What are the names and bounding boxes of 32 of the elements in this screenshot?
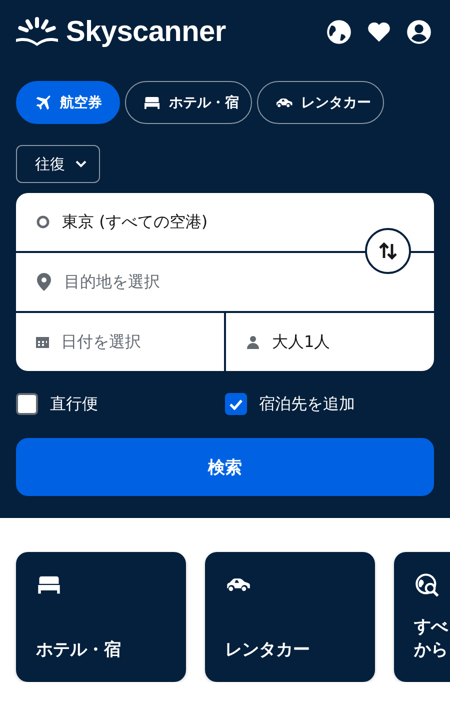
logo-text[interactable]: Skyscanner	[66, 16, 226, 48]
origin-field[interactable]: 東京 (すべての空港)	[16, 193, 434, 251]
chevron-down-icon	[75, 160, 87, 168]
checkbox-label: 宿泊先を追加	[259, 394, 355, 414]
category-tab[interactable]: レンタカー	[257, 81, 384, 124]
checkbox-label: 直行便	[50, 394, 98, 414]
category-tab[interactable]: ホテル・宿	[125, 81, 252, 124]
checkbox[interactable]	[16, 393, 38, 415]
category-card[interactable]: すべ から	[394, 552, 450, 682]
date-field[interactable]: 日付を選択	[16, 313, 224, 371]
search-button[interactable]: 検索	[16, 438, 434, 496]
card-label: レンタカー	[225, 639, 311, 662]
globe-icon[interactable]	[326, 19, 352, 45]
trip-type-dropdown[interactable]: 往復	[16, 145, 100, 183]
person-icon	[246, 335, 260, 349]
location-pin-icon	[36, 273, 52, 291]
category-tab[interactable]: 航空券	[16, 81, 120, 124]
destination-field[interactable]: 目的地を選択	[16, 253, 434, 311]
calendar-icon	[36, 336, 49, 348]
globe-search-icon	[414, 572, 440, 598]
card-label: ホテル・宿	[36, 639, 122, 662]
account-icon[interactable]	[406, 19, 432, 45]
sunrise-logo-icon	[16, 17, 58, 47]
circle-icon	[36, 215, 50, 229]
card-label: すべ から	[414, 616, 450, 662]
category-card[interactable]: レンタカー	[205, 552, 375, 682]
travellers-field[interactable]: 大人1人	[226, 313, 434, 371]
swap-arrows-icon	[378, 242, 398, 260]
plane-icon	[34, 94, 52, 112]
category-card[interactable]: ホテル・宿	[16, 552, 186, 682]
check-icon	[229, 398, 243, 410]
checkbox[interactable]	[225, 393, 247, 415]
